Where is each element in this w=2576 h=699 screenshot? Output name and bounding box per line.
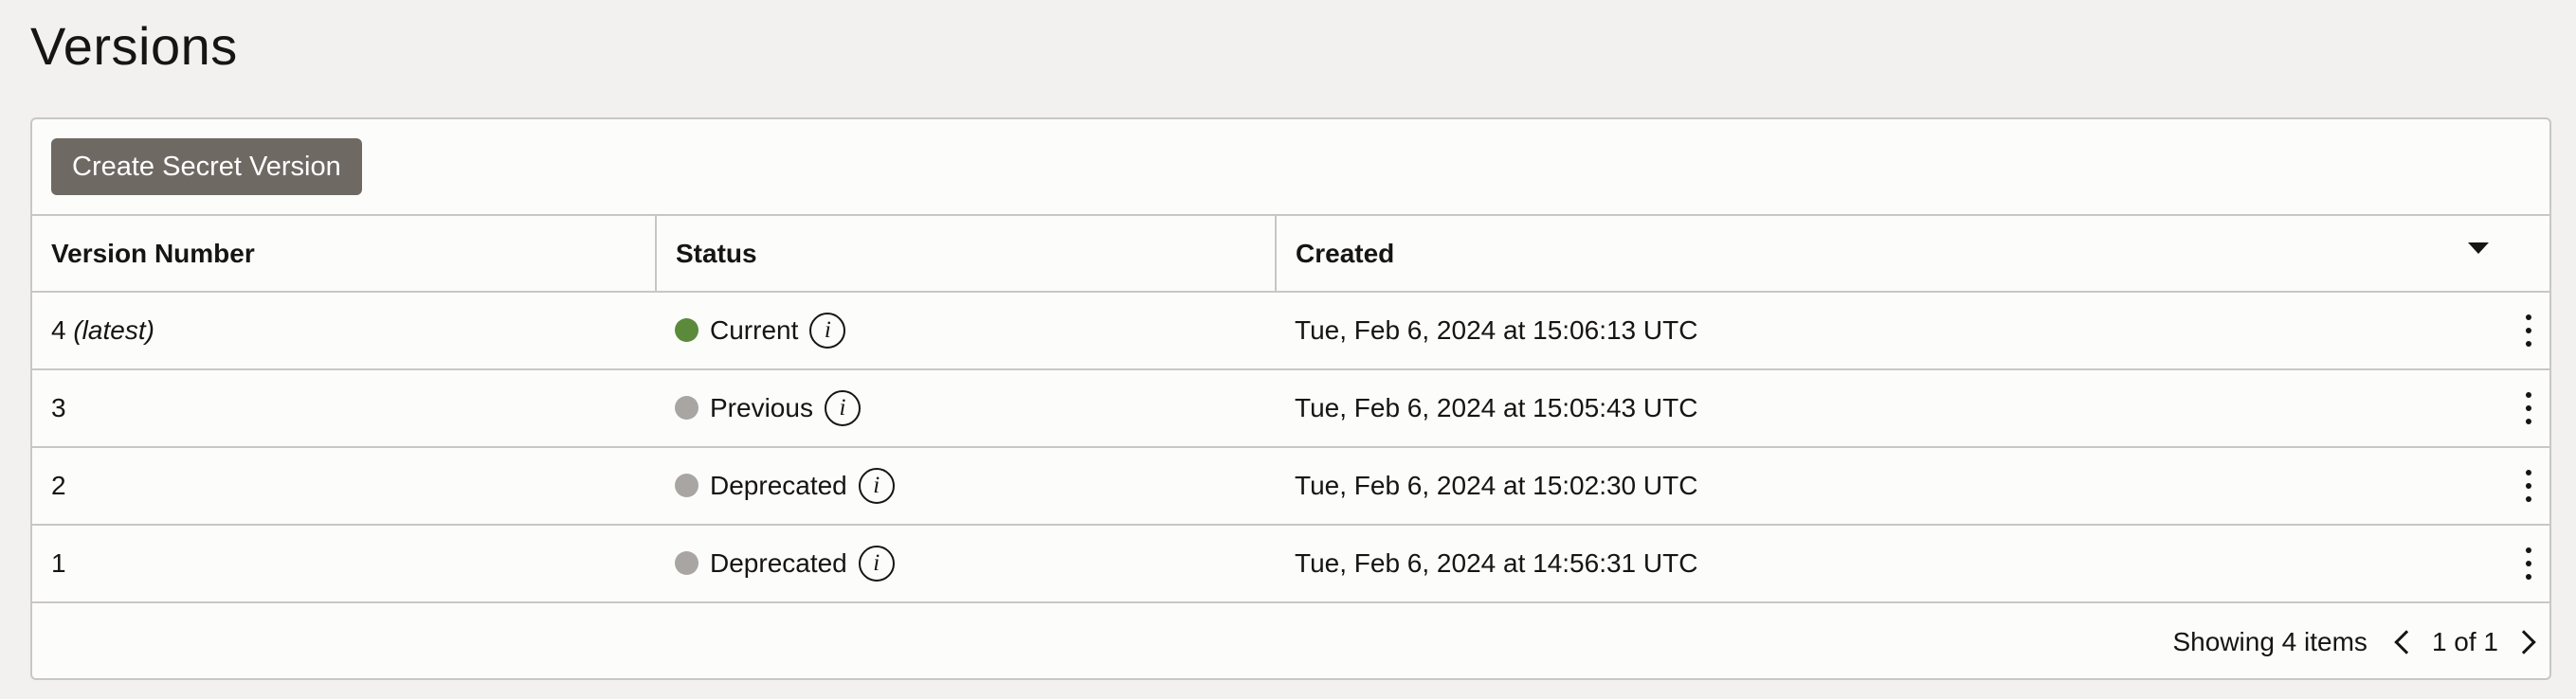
- created-timestamp: Tue, Feb 6, 2024 at 15:06:13 UTC: [1295, 315, 1698, 345]
- status-dot-icon: [675, 318, 698, 343]
- info-icon[interactable]: i: [809, 312, 846, 349]
- table-body: 4 (latest) Current i Tue, Feb 6, 2024 at …: [32, 292, 2549, 602]
- column-header-created-label: Created: [1296, 238, 1395, 268]
- status-dot-icon: [675, 396, 698, 421]
- info-icon[interactable]: i: [858, 545, 895, 582]
- version-number-cell: 3: [32, 369, 656, 447]
- created-cell: Tue, Feb 6, 2024 at 15:06:13 UTC: [1276, 292, 2549, 369]
- created-cell: Tue, Feb 6, 2024 at 14:56:31 UTC: [1276, 525, 2549, 602]
- chevron-left-icon[interactable]: [2394, 630, 2419, 654]
- versions-panel: Create Secret Version Version Number Sta…: [30, 117, 2551, 680]
- version-number: 2: [51, 471, 66, 500]
- toolbar: Create Secret Version: [32, 119, 2549, 216]
- pagination: 1 of 1: [2394, 627, 2536, 657]
- created-timestamp: Tue, Feb 6, 2024 at 14:56:31 UTC: [1295, 548, 1698, 578]
- version-number-cell: 4 (latest): [32, 292, 656, 369]
- version-number: 3: [51, 393, 66, 422]
- page-title: Versions: [30, 16, 238, 76]
- info-icon[interactable]: i: [858, 467, 895, 504]
- column-header-status[interactable]: Status: [655, 216, 1276, 293]
- item-count: Showing 4 items: [2172, 627, 2367, 656]
- versions-table: Version Number Status Created 4 (latest)…: [32, 216, 2549, 603]
- status-cell: Previous i: [656, 369, 1276, 447]
- chevron-right-icon[interactable]: [2512, 630, 2536, 654]
- table-header-row: Version Number Status Created: [32, 216, 2549, 293]
- row-actions-kebab-icon[interactable]: [2519, 470, 2538, 502]
- row-actions-kebab-icon[interactable]: [2519, 547, 2538, 580]
- table-row[interactable]: 3 Previous i Tue, Feb 6, 2024 at 15:05:43…: [32, 369, 2549, 447]
- status-label: Deprecated: [710, 547, 847, 578]
- version-number-cell: 2: [32, 447, 656, 525]
- table-row[interactable]: 4 (latest) Current i Tue, Feb 6, 2024 at …: [32, 292, 2549, 369]
- status-dot-icon: [675, 474, 698, 498]
- status-cell: Current i: [656, 292, 1276, 369]
- page-indicator: 1 of 1: [2431, 627, 2498, 656]
- create-secret-version-button[interactable]: Create Secret Version: [51, 138, 362, 195]
- created-cell: Tue, Feb 6, 2024 at 15:02:30 UTC: [1276, 447, 2549, 525]
- version-number: 4: [51, 315, 66, 345]
- sort-descending-icon[interactable]: [2468, 242, 2489, 254]
- table-row[interactable]: 1 Deprecated i Tue, Feb 6, 2024 at 14:56:…: [32, 525, 2549, 602]
- status-dot-icon: [675, 551, 698, 576]
- table-row[interactable]: 2 Deprecated i Tue, Feb 6, 2024 at 15:02:…: [32, 447, 2549, 525]
- status-label: Current: [710, 314, 799, 345]
- column-header-version-number[interactable]: Version Number: [32, 216, 656, 293]
- column-header-created[interactable]: Created: [1275, 216, 2549, 293]
- created-timestamp: Tue, Feb 6, 2024 at 15:02:30 UTC: [1295, 471, 1698, 500]
- status-label: Previous: [710, 392, 813, 422]
- status-cell: Deprecated i: [656, 525, 1276, 602]
- status-cell: Deprecated i: [656, 447, 1276, 525]
- created-cell: Tue, Feb 6, 2024 at 15:05:43 UTC: [1276, 369, 2549, 447]
- table-footer: Showing 4 items 1 of 1: [32, 603, 2549, 681]
- row-actions-kebab-icon[interactable]: [2519, 392, 2538, 424]
- info-icon[interactable]: i: [824, 389, 861, 426]
- status-label: Deprecated: [710, 470, 847, 500]
- version-number: 1: [51, 548, 66, 578]
- version-number-cell: 1: [32, 525, 656, 602]
- latest-tag: (latest): [73, 315, 154, 345]
- row-actions-kebab-icon[interactable]: [2519, 314, 2538, 347]
- created-timestamp: Tue, Feb 6, 2024 at 15:05:43 UTC: [1295, 393, 1698, 422]
